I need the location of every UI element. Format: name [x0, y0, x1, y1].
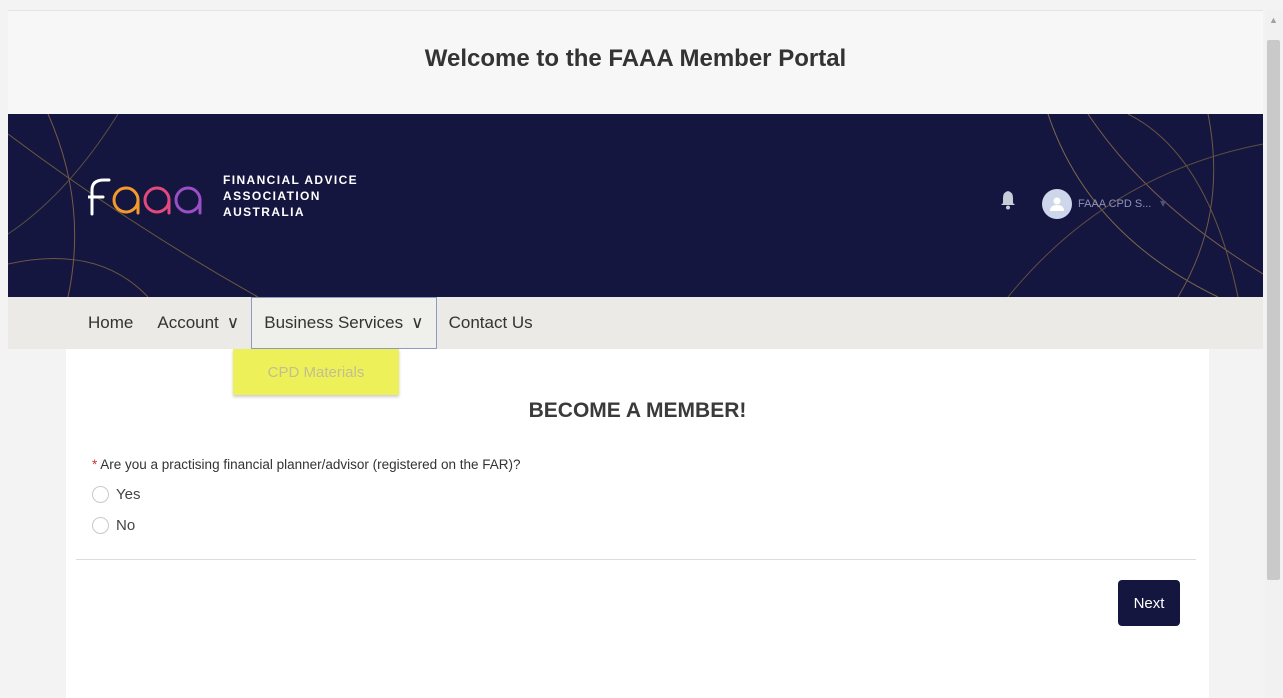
nav-account-label: Account	[157, 313, 219, 332]
logo-line-2: ASSOCIATION	[223, 189, 321, 203]
nav-contact-us-label: Contact Us	[448, 313, 533, 332]
nav-business-services[interactable]: Business Services ∨	[251, 297, 437, 349]
next-button[interactable]: Next	[1118, 580, 1180, 626]
nav-contact-us[interactable]: Contact Us	[437, 297, 545, 349]
nav-home[interactable]: Home	[8, 297, 145, 349]
nav-account[interactable]: Account ∨	[145, 297, 251, 349]
user-icon	[1050, 197, 1064, 211]
scrollbar-thumb[interactable]	[1267, 40, 1280, 580]
radio-button-yes[interactable]	[92, 486, 109, 503]
radio-label-yes: Yes	[116, 486, 141, 503]
radio-label-no: No	[116, 517, 136, 534]
radio-button-no[interactable]	[92, 517, 109, 534]
chevron-down-icon: ∨	[226, 313, 240, 332]
form-card: BECOME A MEMBER! * Are you a practising f…	[66, 349, 1209, 698]
divider	[76, 559, 1196, 560]
portal-header: Welcome to the FAAA Member Portal	[8, 10, 1263, 115]
portal-title: Welcome to the FAAA Member Portal	[424, 45, 847, 72]
question-label: * Are you a practising financial planner/…	[92, 457, 521, 472]
dropdown-item-cpd-materials[interactable]: CPD Materials	[268, 364, 365, 381]
avatar[interactable]	[1042, 189, 1072, 219]
logo-wordmark: FINANCIAL ADVICE ASSOCIATION AUSTRALIA	[223, 172, 358, 220]
logo-line-1: FINANCIAL ADVICE	[223, 173, 359, 187]
logo-line-3: AUSTRALIA	[223, 205, 305, 219]
user-name[interactable]: FAAA CPD S...	[1078, 198, 1151, 210]
radio-option-no[interactable]: No	[92, 517, 135, 534]
radio-option-yes[interactable]: Yes	[92, 486, 140, 503]
form-title: BECOME A MEMBER!	[528, 399, 747, 422]
chevron-down-icon: ∨	[411, 313, 424, 332]
question-text: Are you a practising financial planner/a…	[100, 457, 521, 472]
brand-banner: FINANCIAL ADVICE ASSOCIATION AUSTRALIA F…	[8, 114, 1263, 297]
scrollbar[interactable]: ▲	[1265, 10, 1283, 698]
faaa-logo-mark	[88, 178, 202, 216]
user-menu-caret-icon[interactable]: ▾	[1160, 196, 1166, 210]
bell-icon[interactable]	[1000, 190, 1016, 215]
faaa-logo[interactable]: FINANCIAL ADVICE ASSOCIATION AUSTRALIA	[88, 172, 358, 220]
business-services-dropdown: CPD Materials	[233, 349, 399, 395]
nav-home-label: Home	[88, 313, 134, 332]
required-marker: *	[92, 457, 98, 472]
main-nav: Home Account ∨ Business Services ∨ Conta…	[8, 297, 1263, 349]
nav-business-services-label: Business Services	[264, 313, 404, 332]
scroll-up-arrow-icon[interactable]: ▲	[1269, 15, 1278, 25]
